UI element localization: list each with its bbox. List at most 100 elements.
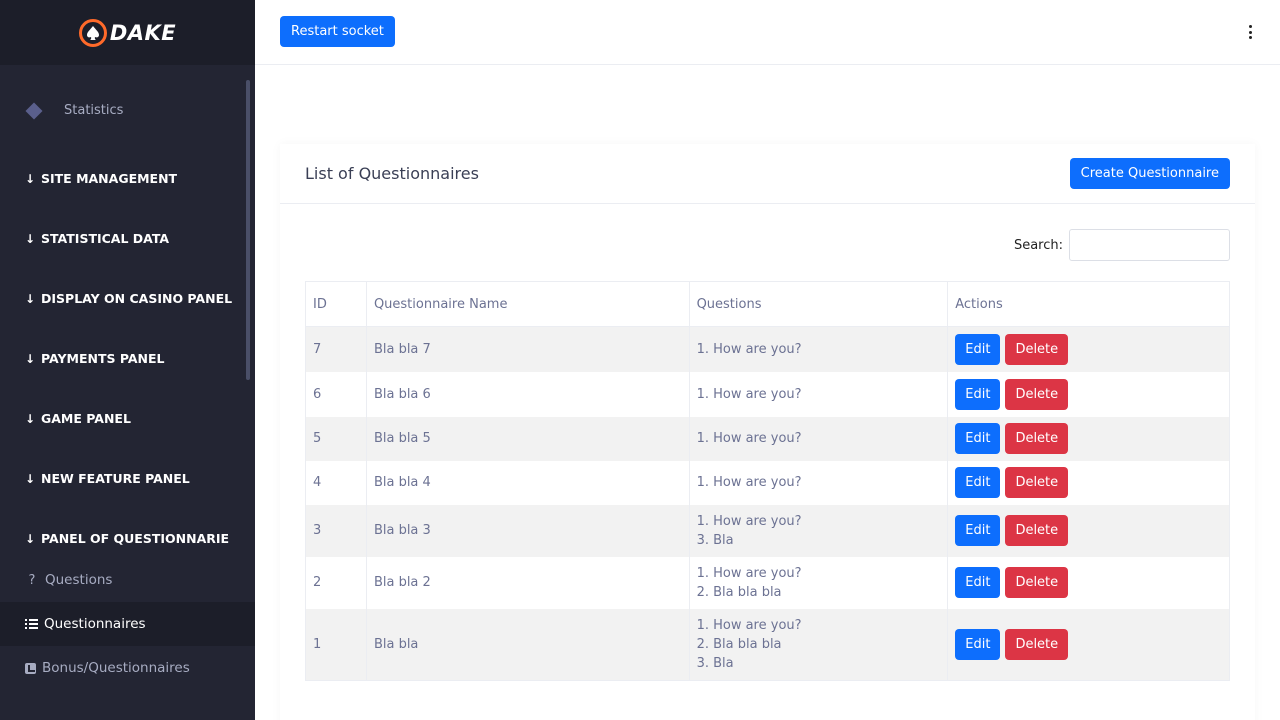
brand-logo[interactable]: DAKE [78, 18, 177, 47]
questionnaires-card: List of Questionnaires Create Questionna… [280, 144, 1255, 720]
delete-button[interactable]: Delete [1005, 378, 1069, 410]
arrow-down-icon: ↓ [25, 411, 36, 426]
question-line: 2. Bla bla bla [696, 636, 782, 652]
table-row: 5 Bla bla 5 1. How are you? Edit Delete [305, 416, 1230, 461]
table-header-row: ID Questionnaire Name Questions Actions [305, 281, 1230, 327]
topbar: Restart socket [255, 0, 1280, 65]
sidebar-section-new-feature-panel[interactable]: ↓ NEW FEATURE PANEL [25, 471, 190, 486]
edit-button[interactable]: Edit [955, 515, 1001, 546]
sidebar-item-label: Statistics [64, 103, 124, 118]
row-actions: Edit Delete [947, 608, 1230, 681]
row-name: Bla bla 4 [365, 460, 690, 505]
question-line: 1. How are you? [696, 386, 802, 402]
table-row: 6 Bla bla 6 1. How are you? Edit Delete [305, 371, 1230, 417]
sidebar-scrollbar[interactable] [246, 80, 250, 380]
column-header-name[interactable]: Questionnaire Name [365, 281, 690, 327]
question-line: 1. How are you? [696, 475, 802, 490]
delete-button[interactable]: Delete [1005, 515, 1069, 546]
page-title: List of Questionnaires [305, 164, 479, 183]
spade-icon [78, 18, 107, 47]
column-header-questions[interactable]: Questions [688, 281, 949, 327]
edit-button[interactable]: Edit [955, 423, 1001, 454]
row-name: Bla bla 7 [365, 326, 690, 372]
sidebar-section-label: SITE MANAGEMENT [41, 171, 178, 186]
row-name: Bla bla 2 [365, 556, 690, 609]
sidebar-section-panel-of-questionnarie[interactable]: ↓ PANEL OF QUESTIONNARIE [25, 531, 229, 546]
sidebar-section-label: NEW FEATURE PANEL [41, 471, 190, 486]
question-line: 2. Bla bla bla [696, 584, 782, 600]
row-actions: Edit Delete [947, 556, 1230, 609]
question-line: 1. How are you? [696, 617, 802, 633]
row-id: 2 [305, 556, 367, 609]
row-actions: Edit Delete [947, 371, 1230, 417]
row-questions: 1. How are you? [688, 371, 949, 417]
delete-button[interactable]: Delete [1005, 423, 1069, 454]
row-name: Bla bla 3 [365, 504, 690, 557]
sidebar-item-label: Questions [45, 572, 113, 588]
sidebar-section-site-management[interactable]: ↓ SITE MANAGEMENT [25, 171, 177, 186]
sidebar-item-label: Bonus/Questionnaires [42, 660, 190, 676]
search-label: Search: [1013, 237, 1063, 253]
diamond-icon [25, 102, 43, 119]
arrow-down-icon: ↓ [25, 231, 36, 246]
sidebar-section-label: PANEL OF QUESTIONNARIE [41, 531, 230, 546]
sidebar-section-label: GAME PANEL [41, 411, 131, 426]
row-id: 5 [305, 416, 367, 461]
row-actions: Edit Delete [947, 460, 1230, 505]
question-line: 3. Bla [696, 655, 734, 671]
search-input[interactable] [1069, 229, 1230, 261]
arrow-down-icon: ↓ [25, 171, 36, 186]
question-icon: ? [28, 572, 36, 588]
edit-button[interactable]: Edit [955, 378, 1001, 410]
column-header-id[interactable]: ID [305, 281, 367, 327]
table-row: 3 Bla bla 3 1. How are you? 3. Bla Edit … [305, 504, 1230, 557]
delete-button[interactable]: Delete [1005, 567, 1069, 598]
edit-button[interactable]: Edit [955, 467, 1001, 498]
arrow-down-icon: ↓ [25, 351, 36, 366]
questionnaires-table: ID Questionnaire Name Questions Actions … [305, 281, 1230, 681]
sidebar-item-questionnaires[interactable]: Questionnaires [0, 602, 255, 646]
row-questions: 1. How are you? [688, 460, 949, 505]
sidebar-item-bonus-questionnaires[interactable]: Bonus/Questionnaires [0, 646, 255, 690]
row-questions: 1. How are you? 3. Bla [688, 504, 949, 557]
sidebar-section-display-on-casino-panel[interactable]: ↓ DISPLAY ON CASINO PANEL [25, 291, 232, 306]
sidebar-section-game-panel[interactable]: ↓ GAME PANEL [25, 411, 131, 426]
sidebar-item-statistics[interactable]: Statistics [25, 102, 124, 119]
row-actions: Edit Delete [947, 326, 1230, 372]
table-row: 7 Bla bla 7 1. How are you? Edit Delete [305, 326, 1230, 372]
sidebar-brand: DAKE [0, 0, 255, 65]
row-questions: 1. How are you? 2. Bla bla bla [688, 556, 949, 609]
edit-button[interactable]: Edit [955, 333, 1001, 365]
list-icon [25, 618, 38, 630]
table-row: 2 Bla bla 2 1. How are you? 2. Bla bla b… [305, 556, 1230, 609]
sidebar-item-questions[interactable]: ? Questions [0, 558, 255, 602]
create-questionnaire-button[interactable]: Create Questionnaire [1069, 158, 1230, 189]
card-header: List of Questionnaires Create Questionna… [280, 144, 1255, 204]
brand-name: DAKE [109, 20, 177, 45]
row-id: 3 [305, 504, 367, 557]
restart-socket-button[interactable]: Restart socket [280, 16, 395, 47]
edit-button[interactable]: Edit [955, 567, 1001, 598]
sidebar-section-label: STATISTICAL DATA [41, 231, 170, 246]
row-name: Bla bla 6 [365, 371, 690, 417]
question-line: 1. How are you? [696, 513, 802, 529]
row-actions: Edit Delete [947, 504, 1230, 557]
more-options-icon[interactable] [1245, 23, 1255, 41]
table-row: 4 Bla bla 4 1. How are you? Edit Delete [305, 460, 1230, 505]
question-line: 3. Bla [696, 532, 734, 548]
delete-button[interactable]: Delete [1005, 628, 1069, 660]
row-name: Bla bla [365, 608, 690, 681]
edit-button[interactable]: Edit [955, 628, 1001, 660]
sidebar-section-label: PAYMENTS PANEL [41, 351, 165, 366]
delete-button[interactable]: Delete [1005, 333, 1069, 365]
row-questions: 1. How are you? [688, 326, 949, 372]
row-actions: Edit Delete [947, 416, 1230, 461]
sidebar-section-payments-panel[interactable]: ↓ PAYMENTS PANEL [25, 351, 165, 366]
question-line: 1. How are you? [696, 341, 802, 357]
arrow-down-icon: ↓ [25, 531, 36, 546]
sidebar-section-statistical-data[interactable]: ↓ STATISTICAL DATA [25, 231, 169, 246]
delete-button[interactable]: Delete [1005, 467, 1069, 498]
arrow-down-icon: ↓ [25, 291, 36, 306]
row-questions: 1. How are you? [688, 416, 949, 461]
question-line: 1. How are you? [696, 431, 802, 446]
